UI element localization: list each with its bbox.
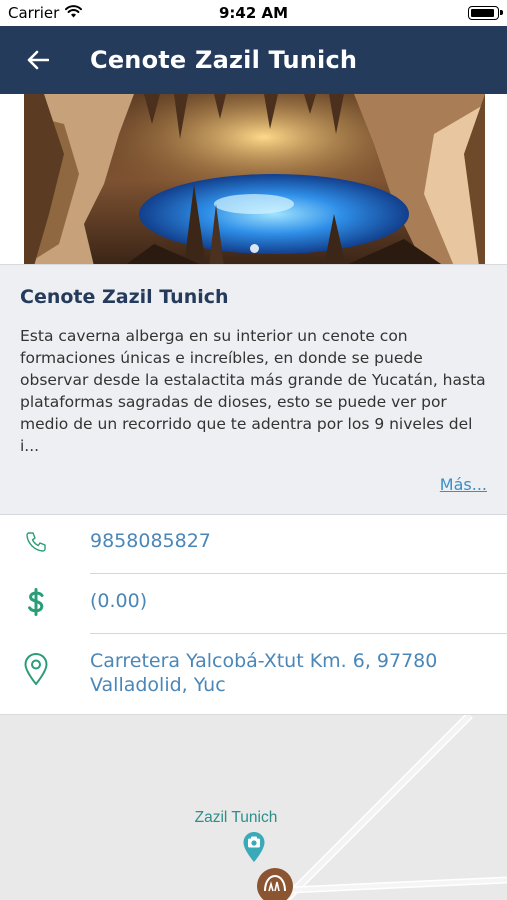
camera-pin-icon[interactable]	[242, 831, 266, 867]
clock: 9:42 AM	[218, 4, 289, 22]
battery-icon	[468, 6, 503, 20]
address-row[interactable]: Carretera Yalcobá-Xtut Km. 6, 97780 Vall…	[0, 634, 507, 714]
back-button[interactable]	[18, 40, 58, 80]
cave-cenote-photo	[24, 94, 485, 266]
page-title: Cenote Zazil Tunich	[90, 46, 358, 74]
place-title: Cenote Zazil Tunich	[20, 286, 229, 308]
price-row: (0.00)	[0, 574, 507, 634]
status-bar: Carrier 9:42 AM	[0, 0, 507, 26]
info-card: Cenote Zazil Tunich Esta caverna alberga…	[0, 264, 507, 515]
location-pin-icon	[22, 653, 50, 685]
place-description: Esta caverna alberga en su interior un c…	[20, 327, 486, 455]
phone-number[interactable]: 9858085827	[90, 529, 211, 554]
dollar-icon	[22, 588, 50, 616]
carousel-page-dot[interactable]	[250, 244, 259, 253]
address-line-2[interactable]: Valladolid, Yuc	[90, 673, 226, 698]
phone-row[interactable]: 9858085827	[0, 515, 507, 575]
cave-poi-icon[interactable]	[256, 867, 294, 900]
phone-icon	[22, 528, 50, 556]
arrow-left-icon	[27, 50, 49, 70]
more-link[interactable]: Más...	[440, 475, 487, 494]
map-marker-label: Zazil Tunich	[194, 809, 278, 826]
price-value: (0.00)	[90, 590, 148, 612]
address-line-1[interactable]: Carretera Yalcobá-Xtut Km. 6, 97780	[90, 649, 437, 674]
navigation-bar: Cenote Zazil Tunich	[0, 26, 507, 94]
hero-image-carousel[interactable]	[24, 94, 485, 266]
map-view[interactable]: Zazil Tunich	[0, 715, 507, 900]
map-roads	[282, 715, 507, 900]
